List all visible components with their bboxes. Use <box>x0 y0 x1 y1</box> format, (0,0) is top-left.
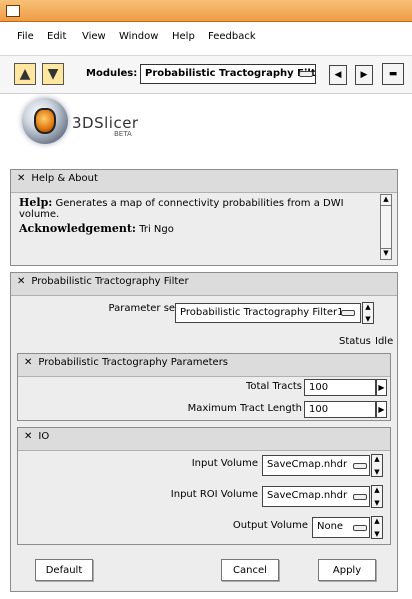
total-tracts-value: 100 <box>309 382 329 393</box>
status-label: Status <box>339 336 371 347</box>
menu-view[interactable]: View <box>82 31 106 42</box>
dropdown-icon <box>353 494 367 500</box>
default-button[interactable]: Default <box>35 559 93 581</box>
total-tracts-input[interactable]: 100 <box>304 379 376 396</box>
parameter-set-label: Parameter set <box>108 303 180 314</box>
close-icon[interactable]: ✕ <box>24 431 32 442</box>
help-about-panel: ✕ Help & About Help: Generates a map of c… <box>10 169 398 266</box>
tractography-parameters-panel: ✕ Probabilistic Tractography Parameters T… <box>17 353 391 421</box>
modules-label: Modules: <box>86 68 138 79</box>
menu-help[interactable]: Help <box>172 31 195 42</box>
max-tract-length-label: Maximum Tract Length <box>187 403 302 414</box>
module-history-icon[interactable]: ▬ <box>382 63 404 85</box>
spin-arrows-icon[interactable]: ▲ ▼ <box>371 485 383 508</box>
spin-arrows-icon[interactable]: ▲ ▼ <box>371 454 383 477</box>
parameter-set-value: Probabilistic Tractography Filter1 <box>180 307 344 318</box>
previous-module-icon[interactable]: ▼ <box>42 63 64 85</box>
apply-button[interactable]: Apply <box>318 559 376 581</box>
tractography-parameters-header[interactable]: ✕ Probabilistic Tractography Parameters <box>18 354 390 377</box>
menu-feedback[interactable]: Feedback <box>208 31 256 42</box>
cancel-button[interactable]: Cancel <box>221 559 279 581</box>
dropdown-icon <box>353 463 367 469</box>
io-panel-header[interactable]: ✕ IO <box>18 428 390 451</box>
input-roi-volume-label: Input ROI Volume <box>170 489 258 500</box>
menubar: File Edit View Window Help Feedback <box>0 22 412 56</box>
input-volume-label: Input Volume <box>191 458 258 469</box>
home-module-icon[interactable]: ▲ <box>14 63 36 85</box>
menu-edit[interactable]: Edit <box>47 31 66 42</box>
increment-arrow-icon[interactable]: ▶ <box>376 379 387 396</box>
dropdown-icon <box>353 525 367 531</box>
status-value: Idle <box>375 336 394 347</box>
close-icon[interactable]: ✕ <box>17 173 25 184</box>
filter-panel-title: Probabilistic Tractography Filter <box>31 276 189 287</box>
total-tracts-label: Total Tracts <box>245 381 302 392</box>
help-about-header[interactable]: ✕ Help & About <box>11 170 397 193</box>
help-scrollbar[interactable]: ▲ ▼ <box>380 194 392 260</box>
input-roi-volume-value: SaveCmap.nhdr <box>267 490 348 501</box>
tractography-parameters-title: Probabilistic Tractography Parameters <box>38 357 229 368</box>
close-icon[interactable]: ✕ <box>24 357 32 368</box>
window-menu-icon[interactable] <box>6 5 20 17</box>
forward-arrow-icon[interactable]: ▶ <box>355 65 373 85</box>
max-tract-length-value: 100 <box>309 404 329 415</box>
filter-panel-header[interactable]: ✕ Probabilistic Tractography Filter <box>11 273 397 296</box>
help-text: Generates a map of connectivity probabil… <box>19 198 344 220</box>
menu-file[interactable]: File <box>17 31 34 42</box>
scroll-down-icon[interactable]: ▼ <box>381 248 391 259</box>
modules-dropdown-value: Probabilistic Tractography Filter <box>145 68 316 79</box>
scroll-up-icon[interactable]: ▲ <box>381 195 391 206</box>
acknowledgement-text: Tri Ngo <box>139 224 174 235</box>
filter-panel: ✕ Probabilistic Tractography Filter Param… <box>10 272 398 592</box>
modules-dropdown[interactable]: Probabilistic Tractography Filter <box>140 64 316 84</box>
slicer-logo-core-icon <box>34 108 56 134</box>
dropdown-icon <box>341 310 355 316</box>
menu-window[interactable]: Window <box>119 31 158 42</box>
output-volume-label: Output Volume <box>232 520 308 531</box>
acknowledgement-label: Acknowledgement: <box>19 222 136 235</box>
spin-arrows-icon[interactable]: ▲ ▼ <box>362 302 374 324</box>
max-tract-length-input[interactable]: 100 <box>304 401 376 418</box>
parameter-set-dropdown[interactable]: Probabilistic Tractography Filter1 <box>175 303 361 323</box>
close-icon[interactable]: ✕ <box>17 276 25 287</box>
io-panel: ✕ IO Input Volume SaveCmap.nhdr ▲ ▼ Input … <box>17 427 391 545</box>
io-panel-title: IO <box>38 431 50 442</box>
spin-arrows-icon[interactable]: ▲ ▼ <box>371 516 383 539</box>
output-volume-value: None <box>317 521 344 532</box>
back-arrow-icon[interactable]: ◀ <box>329 65 347 85</box>
help-label: Help: <box>19 196 53 209</box>
window-titlebar[interactable] <box>0 0 412 22</box>
help-about-title: Help & About <box>31 173 98 184</box>
logo-beta: BETA <box>114 130 132 138</box>
input-volume-value: SaveCmap.nhdr <box>267 459 348 470</box>
dropdown-icon <box>299 71 313 77</box>
increment-arrow-icon[interactable]: ▶ <box>376 401 387 418</box>
